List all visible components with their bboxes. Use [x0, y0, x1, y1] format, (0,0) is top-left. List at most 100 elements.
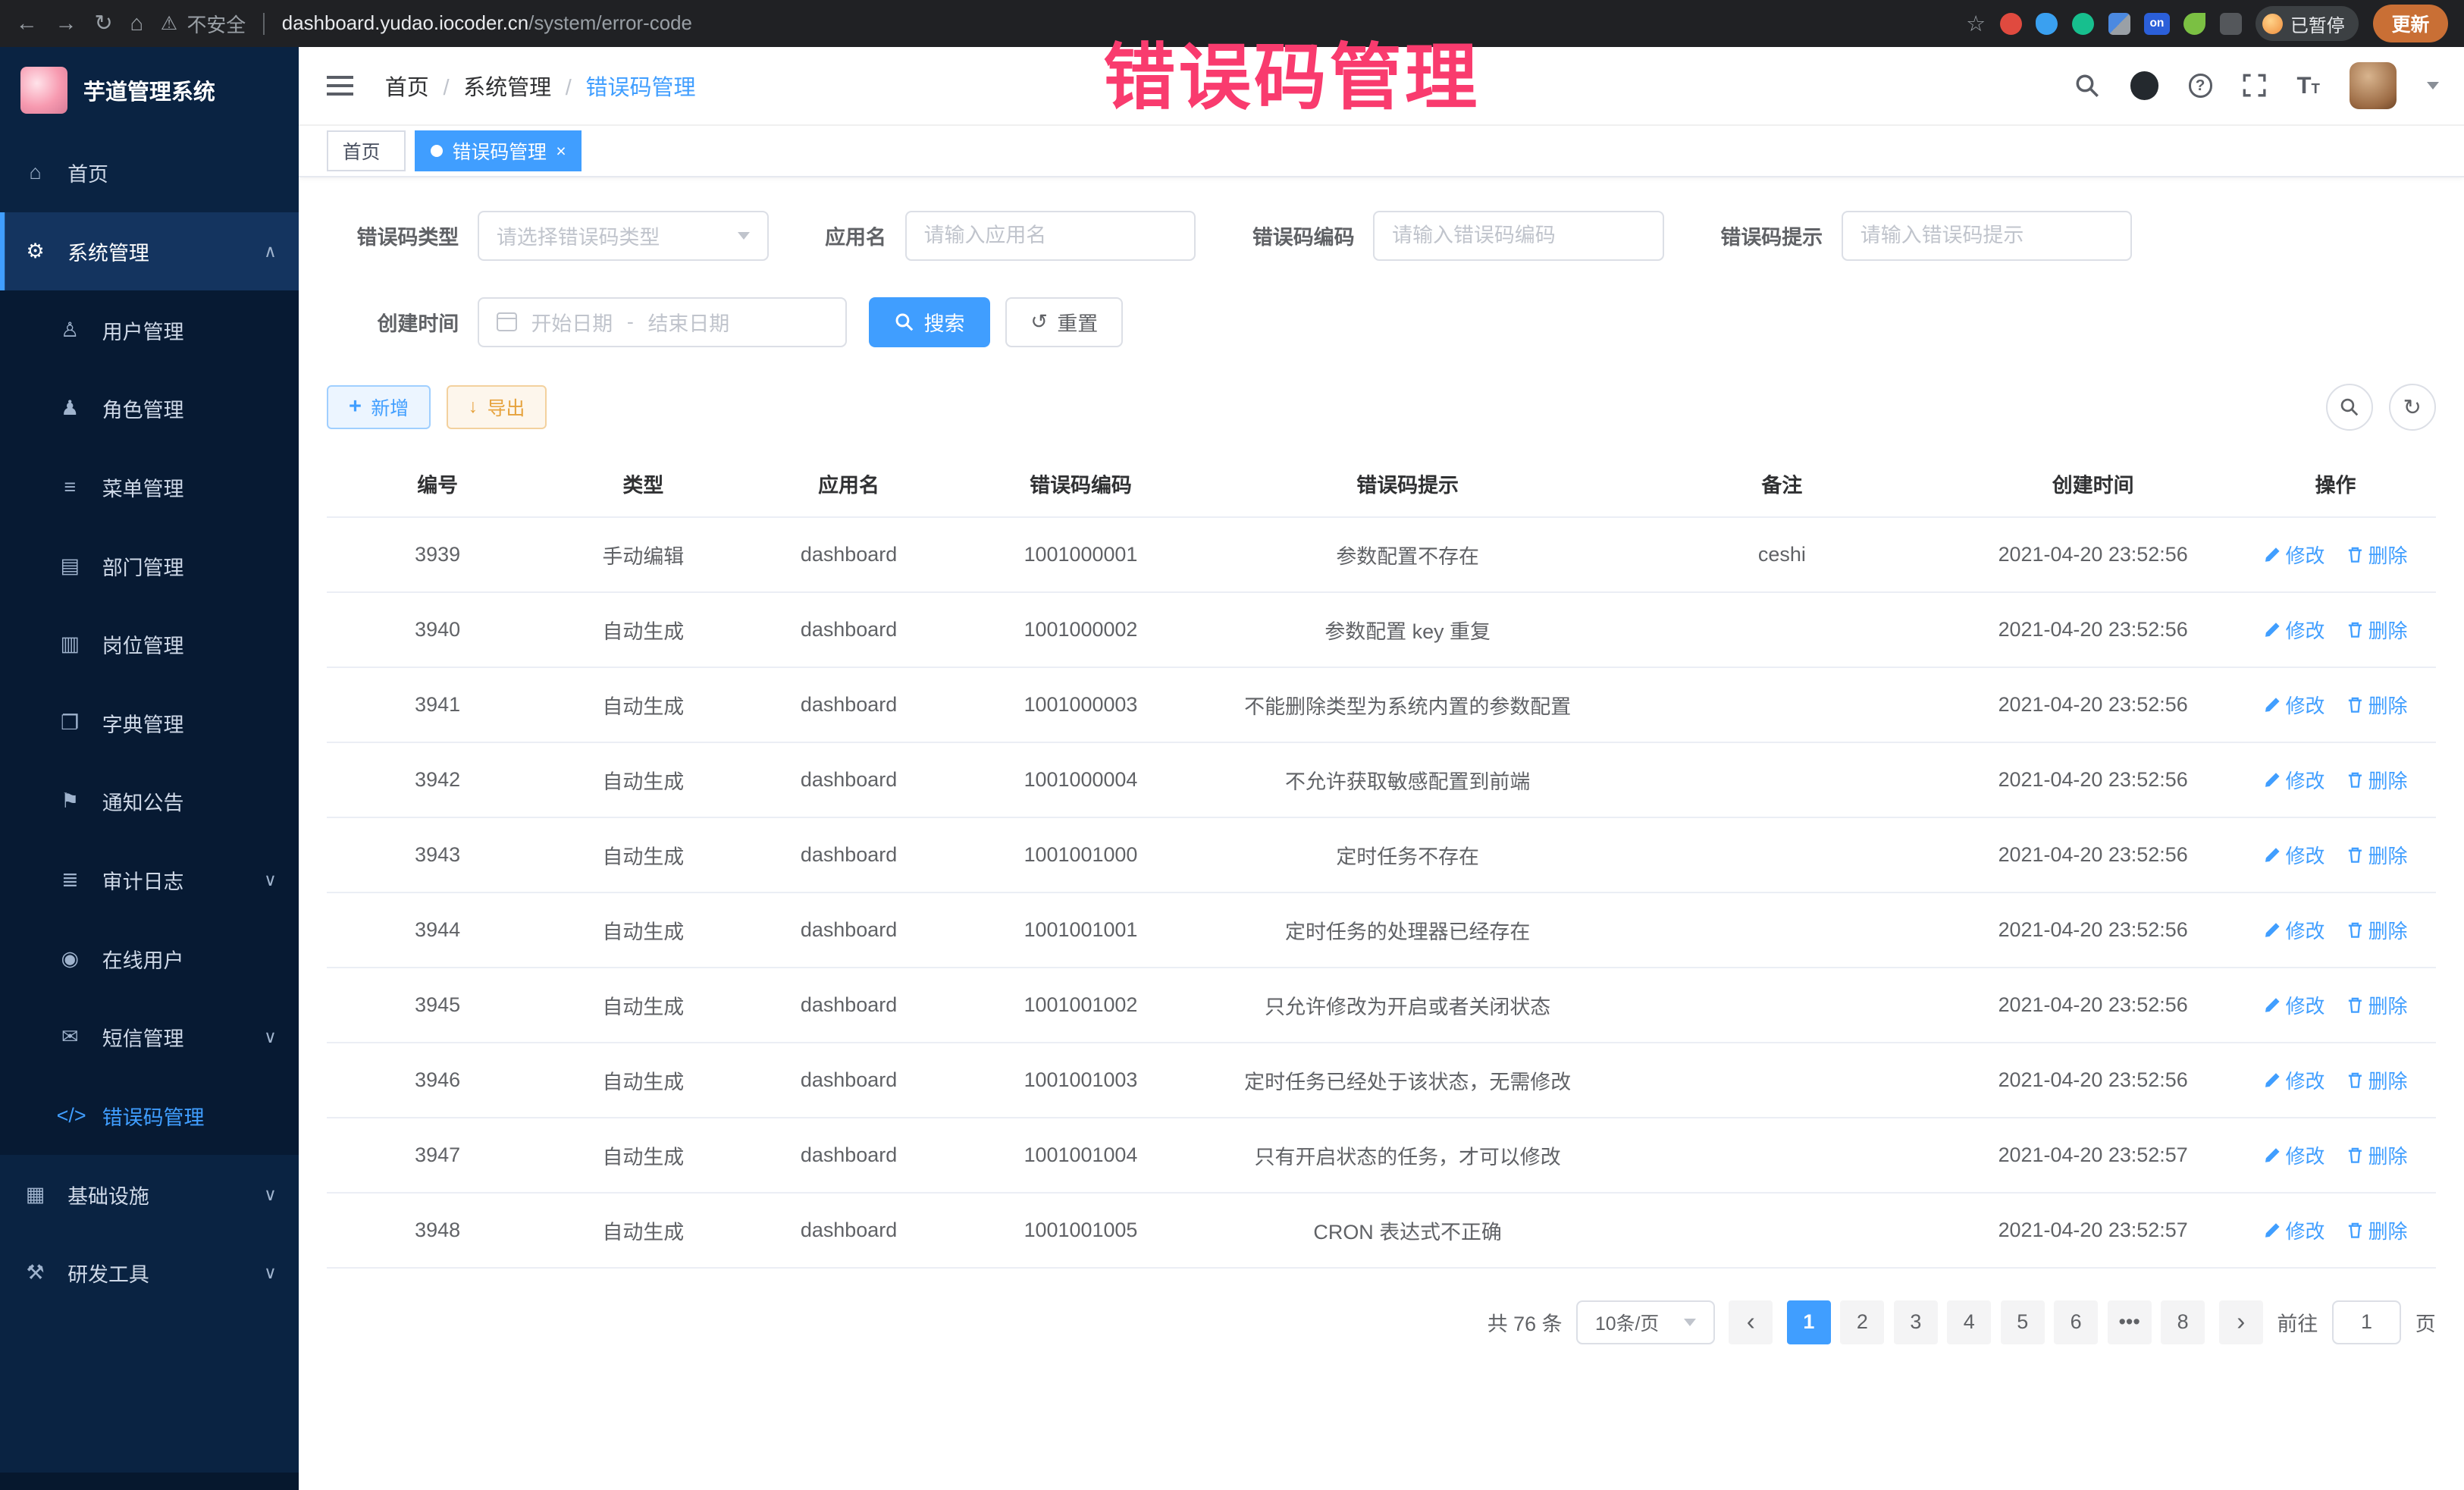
sidebar-item[interactable]: ≡ 菜单管理 — [0, 448, 299, 527]
edit-link[interactable]: 修改 — [2264, 541, 2325, 569]
cell-remark — [1613, 1118, 1951, 1193]
edit-link[interactable]: 修改 — [2264, 766, 2325, 794]
prev-page-button[interactable] — [1729, 1300, 1773, 1344]
sidebar-item[interactable]: ❐ 字典管理 — [0, 684, 299, 763]
sidebar-item[interactable]: ♙ 用户管理 — [0, 290, 299, 369]
reset-button[interactable]: 重置 — [1005, 297, 1123, 347]
delete-link[interactable]: 删除 — [2346, 616, 2408, 644]
cell-create-time: 2021-04-20 23:52:56 — [1951, 817, 2236, 892]
browser-back-icon[interactable] — [16, 13, 38, 35]
app-logo[interactable]: 芋道管理系统 — [0, 47, 299, 133]
table-row: 3948 自动生成 dashboard 1001001005 CRON 表达式不… — [327, 1193, 2436, 1268]
page-button[interactable]: 5 — [2001, 1300, 2045, 1344]
export-button[interactable]: 导出 — [447, 385, 547, 429]
browser-home-icon[interactable] — [130, 13, 143, 35]
edit-link[interactable]: 修改 — [2264, 916, 2325, 944]
browser-reload-icon[interactable] — [94, 13, 112, 35]
sidebar-item[interactable]: ≣ 审计日志 ∨ — [0, 841, 299, 920]
date-range-picker[interactable]: 开始日期 - 结束日期 — [478, 297, 847, 347]
fullscreen-icon[interactable] — [2242, 73, 2267, 98]
cell-actions: 修改 删除 — [2235, 667, 2435, 742]
delete-link[interactable]: 删除 — [2346, 991, 2408, 1019]
goto-page-input[interactable] — [2332, 1300, 2401, 1344]
tabs-bar: 首页 错误码管理 × — [299, 126, 2464, 177]
user-avatar[interactable] — [2350, 62, 2397, 109]
extension-green-check-icon[interactable] — [2072, 13, 2094, 35]
sidebar-item[interactable]: ▤ 部门管理 — [0, 526, 299, 605]
delete-link[interactable]: 删除 — [2346, 541, 2408, 569]
extension-leaf-icon[interactable] — [2183, 13, 2205, 35]
security-indicator[interactable]: 不安全 — [161, 10, 246, 38]
sidebar-item[interactable]: ⚙ 系统管理 ∧ — [0, 212, 299, 291]
sidebar-item[interactable]: ⌂ 首页 — [0, 133, 299, 212]
caret-down-icon[interactable] — [2427, 82, 2439, 89]
toggle-search-button[interactable] — [2326, 384, 2373, 431]
page-button[interactable]: 2 — [1840, 1300, 1884, 1344]
edit-link[interactable]: 修改 — [2264, 691, 2325, 719]
error-code-input[interactable] — [1373, 211, 1663, 261]
sidebar-item[interactable]: ▦ 基础设施 ∨ — [0, 1155, 299, 1234]
help-icon[interactable] — [2189, 74, 2212, 97]
edit-link[interactable]: 修改 — [2264, 1141, 2325, 1169]
view-tab[interactable]: 首页 — [327, 130, 405, 171]
cell-remark — [1613, 1193, 1951, 1268]
browser-update-button[interactable]: 更新 — [2373, 5, 2448, 43]
font-size-icon[interactable] — [2297, 72, 2320, 99]
view-tab[interactable]: 错误码管理 × — [415, 130, 582, 171]
sidebar-item[interactable]: ♟ 角色管理 — [0, 369, 299, 448]
edit-link[interactable]: 修改 — [2264, 991, 2325, 1019]
extension-puzzle-icon[interactable] — [2108, 13, 2130, 35]
error-hint-input[interactable] — [1842, 211, 2132, 261]
app-name-input[interactable] — [905, 211, 1196, 261]
refresh-icon — [1030, 310, 1048, 334]
delete-link[interactable]: 删除 — [2346, 841, 2408, 869]
breadcrumb-item[interactable]: 首页 — [385, 70, 429, 102]
delete-link[interactable]: 删除 — [2346, 916, 2408, 944]
sidebar-item[interactable]: ⚑ 通知公告 — [0, 762, 299, 841]
page-button[interactable]: ••• — [2108, 1300, 2152, 1344]
extension-dark-icon[interactable] — [2220, 13, 2242, 35]
sidebar-item[interactable]: ✉ 短信管理 ∨ — [0, 998, 299, 1077]
extension-on-badge[interactable]: on — [2144, 13, 2169, 35]
search-icon[interactable] — [2074, 72, 2100, 99]
close-tab-icon[interactable]: × — [556, 143, 566, 160]
profile-paused-badge[interactable]: 已暂停 — [2256, 6, 2359, 40]
delete-link[interactable]: 删除 — [2346, 691, 2408, 719]
page-button[interactable]: 1 — [1787, 1300, 1831, 1344]
bookmark-star-icon[interactable] — [1966, 11, 1986, 37]
column-header: 应用名 — [738, 451, 960, 517]
cell-error-hint: 不允许获取敏感配置到前端 — [1202, 742, 1613, 817]
sidebar-toggle-icon[interactable] — [324, 69, 357, 102]
extension-blue-drop-icon[interactable] — [2036, 13, 2058, 35]
breadcrumb-item[interactable]: 错误码管理 — [551, 70, 695, 102]
error-type-select[interactable]: 请选择错误码类型 — [478, 211, 768, 261]
page-button[interactable]: 6 — [2054, 1300, 2098, 1344]
github-icon[interactable] — [2130, 71, 2158, 99]
edit-link[interactable]: 修改 — [2264, 1066, 2325, 1094]
page-button[interactable]: 3 — [1894, 1300, 1938, 1344]
next-page-button[interactable] — [2219, 1300, 2263, 1344]
chevron-left-icon — [1747, 1308, 1755, 1337]
sidebar-item[interactable]: </> 错误码管理 — [0, 1077, 299, 1156]
add-button[interactable]: 新增 — [327, 385, 431, 429]
sidebar-item[interactable]: ▥ 岗位管理 — [0, 605, 299, 684]
page-button[interactable]: 4 — [1947, 1300, 1991, 1344]
edit-link[interactable]: 修改 — [2264, 616, 2325, 644]
search-button[interactable]: 搜索 — [869, 297, 989, 347]
delete-link[interactable]: 删除 — [2346, 1216, 2408, 1244]
delete-link[interactable]: 删除 — [2346, 1066, 2408, 1094]
refresh-table-button[interactable] — [2389, 384, 2436, 431]
url-bar[interactable]: dashboard.yudao.iocoder.cn/system/error-… — [282, 13, 692, 35]
extension-red-icon[interactable] — [2000, 13, 2022, 35]
breadcrumb-item[interactable]: 系统管理 — [429, 70, 551, 102]
edit-link[interactable]: 修改 — [2264, 1216, 2325, 1244]
delete-link[interactable]: 删除 — [2346, 766, 2408, 794]
browser-forward-icon[interactable] — [55, 13, 77, 35]
delete-link[interactable]: 删除 — [2346, 1141, 2408, 1169]
page-button[interactable]: 8 — [2161, 1300, 2205, 1344]
cell-app-name: dashboard — [738, 742, 960, 817]
sidebar-item[interactable]: ⚒ 研发工具 ∨ — [0, 1234, 299, 1313]
page-size-select[interactable]: 10条/页 — [1576, 1300, 1714, 1344]
edit-link[interactable]: 修改 — [2264, 841, 2325, 869]
sidebar-item[interactable]: ◉ 在线用户 — [0, 919, 299, 998]
